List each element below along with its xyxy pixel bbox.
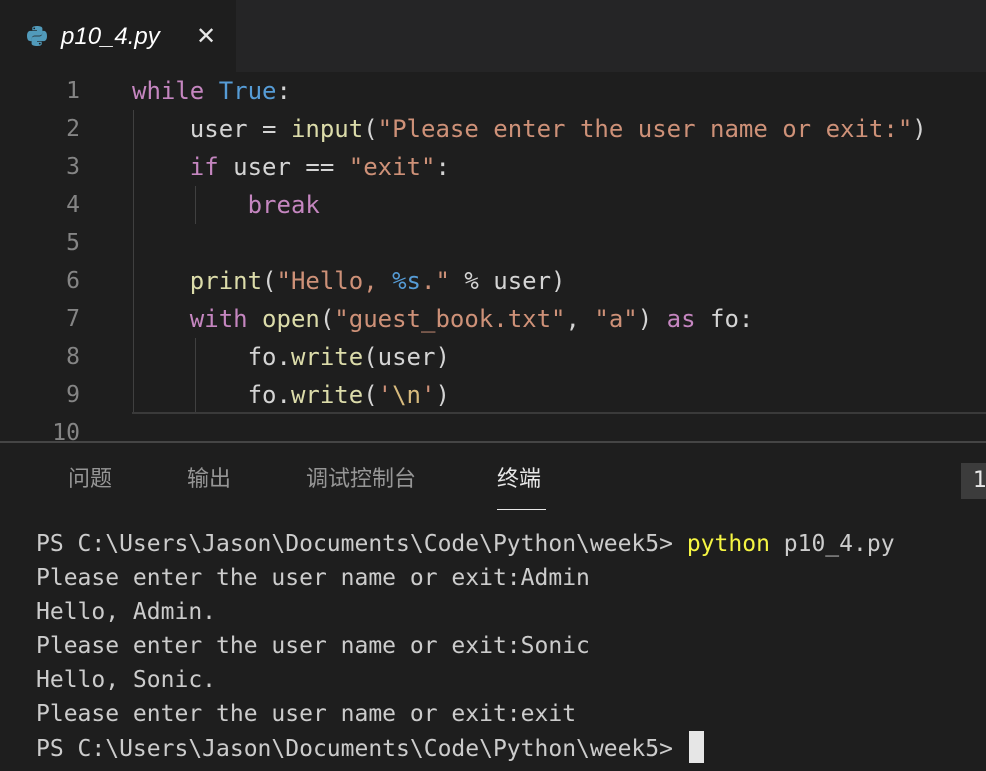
active-tab-indicator [497,509,546,510]
bottom-panel: 问题 输出 调试控制台 终端 1 PS C:\Users\Jason\Docum… [0,441,986,771]
code-line: 10 [0,414,986,441]
code-line: 1 while True: [0,72,986,110]
code-line: 9 fo.write('\n') [0,376,986,414]
line-number: 7 [66,306,80,332]
close-icon[interactable]: ✕ [190,20,222,52]
code-text: if user == "exit": [189,153,450,181]
line-number: 9 [66,382,80,408]
terminal-command: python [686,531,770,557]
code-line: 2 user = input("Please enter the user na… [0,110,986,148]
terminal-cursor [688,731,704,763]
code-line: 7 with open("guest_book.txt", "a") as fo… [0,300,986,338]
terminal-line: Please enter the user name or exit:exit [36,701,577,727]
terminal-line: Hello, Sonic. [36,667,217,693]
line-number: 3 [66,154,80,180]
line-number: 6 [66,268,80,294]
code-text: with open("guest_book.txt", "a") as fo: [189,305,754,333]
tab-output[interactable]: 输出 [187,465,231,495]
terminal-select-dropdown[interactable]: 1 [961,463,986,499]
code-line: 4 break [0,186,986,224]
vscode-window: p10_4.py ✕ 1 while True: 2 user = input(… [0,0,986,771]
tab-debug-console[interactable]: 调试控制台 [306,465,416,495]
terminal-line: Hello, Admin. [36,599,217,625]
python-icon [27,26,47,46]
code-text: fo.write(user) [132,343,450,371]
line-number: 8 [66,344,80,370]
terminal-line: Please enter the user name or exit:Admin [36,565,590,591]
editor-tab-p10-4[interactable]: p10_4.py ✕ [0,0,236,72]
tab-filename: p10_4.py [61,23,160,50]
line-number: 4 [66,192,80,218]
tab-problems[interactable]: 问题 [68,465,112,495]
code-line: 8 fo.write(user) [0,338,986,376]
code-text: print("Hello, %s." % user) [189,267,566,295]
editor-tab-strip: p10_4.py ✕ [0,0,986,72]
terminal-prompt-line: PS C:\Users\Jason\Documents\Code\Python\… [36,731,704,766]
code-text: user = input("Please enter the user name… [132,115,927,143]
line-number: 10 [52,420,80,441]
code-line: 3 if user == "exit": [0,148,986,186]
code-text: fo.write('\n') [132,381,450,409]
code-line: 6 print("Hello, %s." % user) [0,262,986,300]
code-text: break [247,191,320,219]
code-editor[interactable]: 1 while True: 2 user = input("Please ent… [0,72,986,441]
terminal-line: PS C:\Users\Jason\Documents\Code\Python\… [36,531,895,557]
line-number: 2 [66,116,80,142]
terminal-line: Please enter the user name or exit:Sonic [36,633,590,659]
code-line: 5 [0,224,986,262]
line-number: 1 [66,78,80,104]
line-number: 5 [66,230,80,256]
tab-terminal[interactable]: 终端 [497,465,541,495]
code-text: while True: [132,77,291,105]
